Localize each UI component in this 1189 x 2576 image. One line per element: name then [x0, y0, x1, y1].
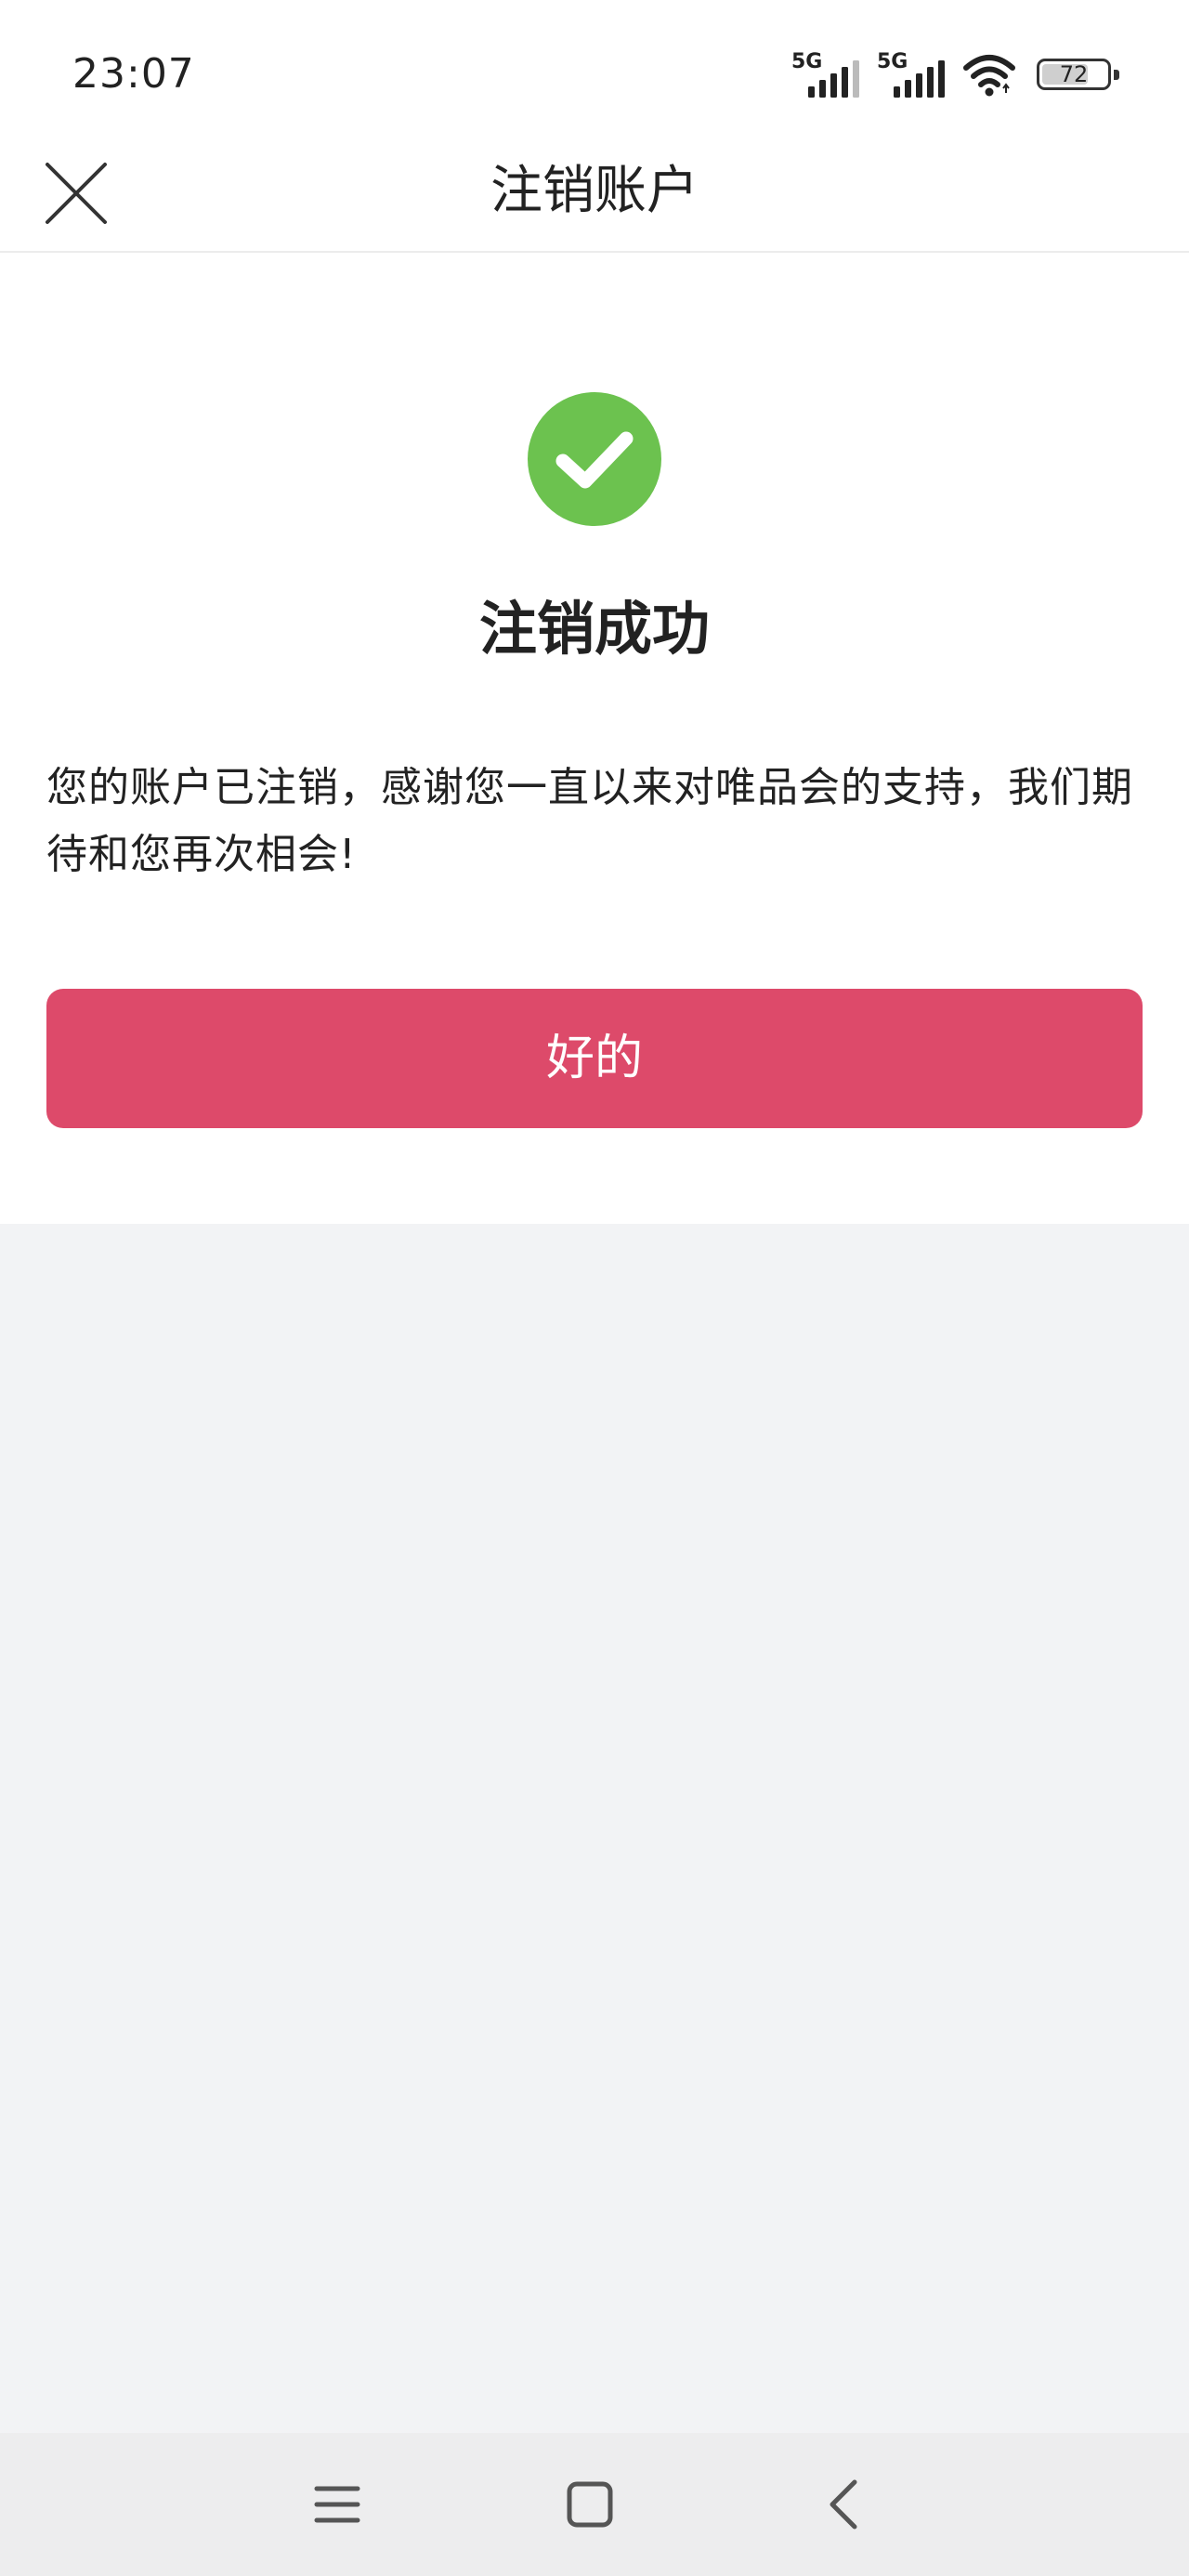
wifi-icon — [963, 55, 1015, 97]
system-nav-bar — [0, 2433, 1189, 2576]
home-icon — [567, 2481, 613, 2528]
ok-button[interactable]: 好的 — [46, 989, 1143, 1128]
battery-level: 72 — [1059, 61, 1089, 87]
page-title: 注销账户 — [490, 161, 699, 221]
menu-icon — [314, 2486, 360, 2523]
result-message: 您的账户已注销，感谢您一直以来对唯品会的支持，我们期待和您再次相会! — [46, 764, 1133, 878]
home-button[interactable] — [553, 2467, 627, 2542]
status-bar: 23:07 5G 5G 72 — [0, 0, 1189, 139]
signal-icon — [808, 60, 859, 98]
check-circle-icon — [528, 392, 661, 526]
menu-button[interactable] — [300, 2467, 374, 2542]
nav-bar: 注销账户 — [0, 139, 1189, 253]
battery-icon: 72 — [1037, 59, 1119, 90]
battery-tip — [1114, 70, 1119, 80]
result-card: 注销成功 您的账户已注销，感谢您一直以来对唯品会的支持，我们期待和您再次相会! … — [0, 253, 1189, 1224]
sim1-signal: 5G — [791, 51, 864, 98]
back-icon — [830, 2479, 857, 2530]
status-time: 23:07 — [72, 50, 195, 98]
result-title: 注销成功 — [478, 595, 710, 663]
back-button[interactable] — [806, 2467, 881, 2542]
status-icons: 5G 5G 72 — [791, 48, 1119, 100]
sim2-signal: 5G — [877, 51, 949, 98]
signal-icon — [894, 60, 945, 98]
